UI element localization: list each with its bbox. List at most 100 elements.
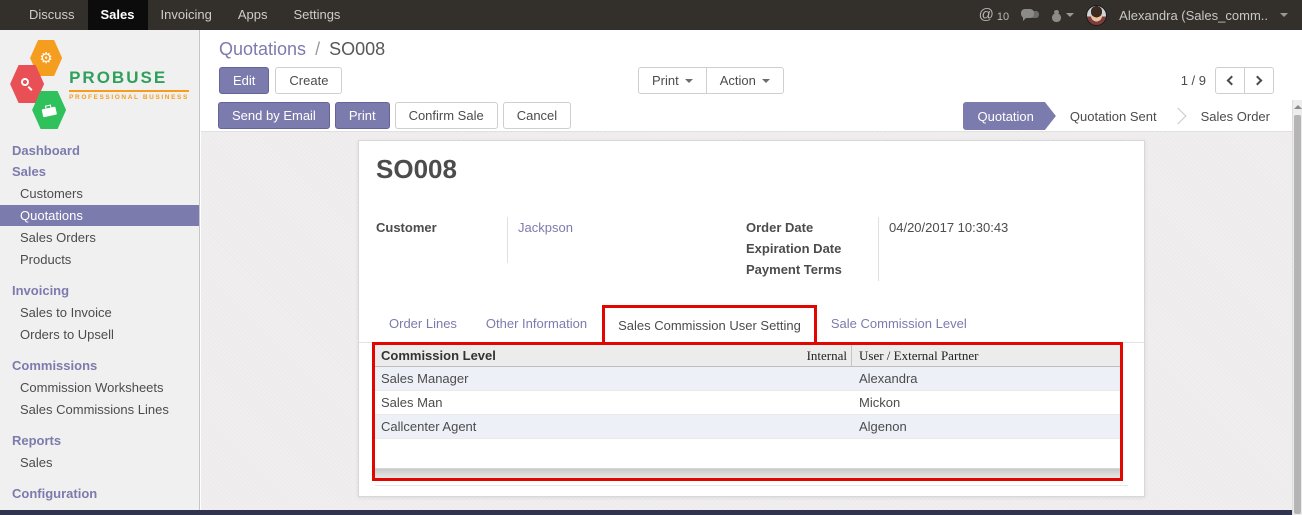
stage-pipeline: Quotation Quotation Sent Sales Order	[963, 102, 1284, 130]
payment-terms-label: Payment Terms	[746, 262, 842, 277]
sidebar-item-sales-to-invoice[interactable]: Sales to Invoice	[0, 302, 199, 323]
sidebar-item-products[interactable]: Products	[0, 249, 199, 270]
pager-text: 1 / 9	[1180, 73, 1206, 88]
main-content: SO008 Customer Jackpson Order Date Expir…	[201, 132, 1292, 510]
sidebar-item-reports-sales[interactable]: Sales	[0, 452, 199, 473]
chevron-down-icon	[761, 78, 770, 87]
user-menu-label[interactable]: Alexandra (Sales_comm..	[1119, 8, 1268, 23]
sidebar-section-reports[interactable]: Reports	[0, 430, 199, 451]
print-dropdown-label: Print	[652, 73, 679, 88]
breadcrumb-quotations[interactable]: Quotations	[219, 39, 306, 59]
stage-quotation-sent[interactable]: Quotation Sent	[1056, 102, 1171, 130]
sidebar-item-sales-orders[interactable]: Sales Orders	[0, 227, 199, 248]
menu-invoicing[interactable]: Invoicing	[148, 0, 225, 30]
column-user-external-partner[interactable]: User / External Partner	[851, 345, 1120, 366]
pager-buttons	[1215, 67, 1274, 94]
form-sheet: SO008 Customer Jackpson Order Date Expir…	[358, 140, 1145, 497]
sidebar-item-quotations[interactable]: Quotations	[0, 205, 199, 226]
table-header: Commission Level Internal User / Externa…	[375, 345, 1120, 367]
cell-user: Alexandra	[859, 371, 918, 386]
table-row[interactable]: Sales Man Mickon	[375, 391, 1120, 415]
send-by-email-button[interactable]: Send by Email	[218, 102, 330, 129]
sidebar-nav: Dashboard Sales Customers Quotations Sal…	[0, 140, 199, 510]
breadcrumb: Quotations / SO008	[219, 39, 385, 60]
topbar: Discuss Sales Invoicing Apps Settings 10…	[0, 0, 1302, 30]
action-dropdown[interactable]: Action	[705, 67, 784, 94]
sidebar: PROBUSE PROFESSIONAL BUSINESS Dashboard …	[0, 30, 200, 510]
chevron-down-icon	[1066, 13, 1075, 21]
statusbar-buttons: Send by Email Print Confirm Sale Cancel	[218, 102, 572, 129]
sidebar-section-invoicing[interactable]: Invoicing	[0, 280, 199, 301]
print-dropdown[interactable]: Print	[638, 67, 707, 94]
cell-commission-level: Sales Man	[381, 395, 443, 410]
mention-count: 10	[996, 10, 1010, 23]
create-button[interactable]: Create	[275, 67, 343, 94]
chevron-down-icon	[1280, 13, 1288, 21]
chevron-left-icon	[1226, 75, 1237, 86]
scrollbar-thumb[interactable]	[1294, 115, 1301, 514]
sidebar-item-sales-commissions-lines[interactable]: Sales Commissions Lines	[0, 399, 199, 420]
table-horizontal-scrollbar[interactable]	[375, 468, 1120, 478]
customer-field-group: Customer Jackpson	[376, 217, 573, 263]
pager-next-button[interactable]	[1244, 67, 1274, 94]
vertical-scrollbar[interactable]	[1292, 100, 1302, 515]
chat-icon[interactable]	[1021, 8, 1040, 22]
table-row[interactable]: Callcenter Agent Algenon	[375, 415, 1120, 439]
annotation-box-table: Commission Level Internal User / Externa…	[372, 342, 1123, 481]
menu-settings[interactable]: Settings	[280, 0, 353, 30]
order-date-value: 04/20/2017 10:30:43	[889, 220, 1009, 235]
pager-previous-button[interactable]	[1215, 67, 1245, 94]
confirm-sale-button[interactable]: Confirm Sale	[394, 102, 498, 129]
scroll-up-button[interactable]	[1293, 100, 1302, 114]
sidebar-item-customers[interactable]: Customers	[0, 183, 199, 204]
breadcrumb-separator: /	[315, 39, 321, 59]
sidebar-item-commission-worksheets[interactable]: Commission Worksheets	[0, 377, 199, 398]
stage-sales-order[interactable]: Sales Order	[1187, 102, 1284, 130]
menu-apps[interactable]: Apps	[225, 0, 281, 30]
sheet-divider	[375, 485, 1128, 486]
logo-hexagons	[10, 40, 67, 129]
chevron-down-icon	[684, 78, 693, 87]
avatar[interactable]	[1086, 4, 1108, 26]
control-panel: Quotations / SO008 Edit Create Print Act…	[201, 30, 1302, 100]
tab-order-lines[interactable]: Order Lines	[389, 305, 457, 342]
table-row[interactable]: Sales Manager Alexandra	[375, 367, 1120, 391]
sidebar-item-orders-to-upsell[interactable]: Orders to Upsell	[0, 324, 199, 345]
order-date-label: Order Date	[746, 220, 814, 235]
edit-create-buttons: Edit Create	[219, 67, 343, 94]
briefcase-icon	[41, 103, 58, 117]
logo-tagline: PROFESSIONAL BUSINESS	[69, 89, 189, 101]
record-title: SO008	[376, 154, 457, 184]
sidebar-section-configuration[interactable]: Configuration	[0, 483, 199, 504]
triangle-up-icon	[1293, 101, 1302, 109]
tab-sales-commission-user-setting[interactable]: Sales Commission User Setting	[618, 318, 801, 333]
sidebar-section-commissions[interactable]: Commissions	[0, 355, 199, 376]
cancel-button[interactable]: Cancel	[502, 102, 572, 129]
mentions-button[interactable]: 10	[979, 6, 1009, 24]
tab-other-information[interactable]: Other Information	[486, 305, 587, 342]
customer-label: Customer	[376, 220, 437, 235]
debug-menu-button[interactable]	[1051, 9, 1075, 22]
annotation-box-tab: Sales Commission User Setting	[602, 305, 817, 345]
tab-sale-commission-level[interactable]: Sale Commission Level	[831, 305, 967, 342]
stage-quotation[interactable]: Quotation	[963, 102, 1056, 130]
menu-discuss[interactable]: Discuss	[16, 0, 88, 30]
customer-value-link[interactable]: Jackpson	[518, 217, 573, 238]
menu-sales[interactable]: Sales	[87, 0, 148, 30]
edit-button[interactable]: Edit	[219, 67, 270, 94]
expiration-date-label: Expiration Date	[746, 241, 842, 256]
company-logo: PROBUSE PROFESSIONAL BUSINESS	[0, 30, 199, 130]
cell-commission-level: Callcenter Agent	[381, 419, 477, 434]
cell-commission-level: Sales Manager	[381, 371, 469, 386]
column-commission-level[interactable]: Commission Level	[381, 348, 496, 363]
sidebar-item-dashboard[interactable]: Dashboard	[0, 140, 199, 161]
notebook-tabs: Order Lines Other Information Sales Comm…	[359, 305, 1144, 345]
sidebar-item-sales[interactable]: Sales	[0, 161, 199, 182]
print-action-group: Print Action	[638, 67, 784, 94]
pager: 1 / 9	[1181, 67, 1274, 94]
action-dropdown-label: Action	[719, 73, 756, 88]
bottom-bar	[0, 510, 1292, 515]
breadcrumb-current: SO008	[329, 39, 386, 59]
cell-user: Mickon	[859, 395, 901, 410]
print-button[interactable]: Print	[334, 102, 390, 129]
